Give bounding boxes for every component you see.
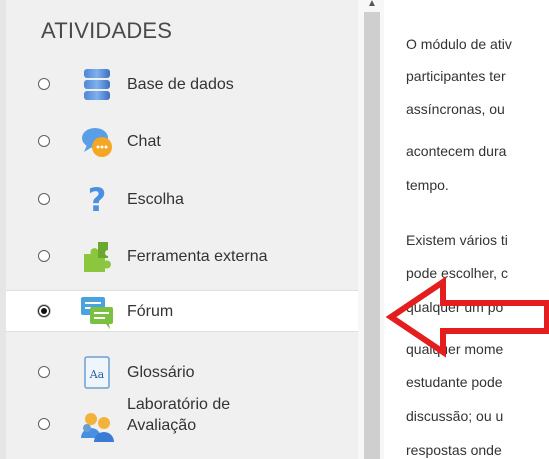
activity-option-workshop[interactable]: Laboratório de Avaliação — [6, 390, 358, 459]
activity-chooser-dialog: ATIVIDADES Base de dados Chat ? Escolha … — [0, 0, 549, 459]
activity-option-external-tool[interactable]: Ferramenta externa — [6, 236, 358, 276]
chat-radio[interactable] — [38, 135, 50, 147]
activity-label: Glossário — [127, 364, 195, 381]
description-line: O módulo de ativ — [406, 36, 512, 52]
activity-label: Chat — [127, 133, 161, 150]
activity-label-line-2: Avaliação — [127, 417, 197, 434]
annotation-arrow — [385, 276, 549, 358]
description-line: tempo. — [406, 177, 449, 193]
activity-label-line-1: Laboratório de — [127, 396, 231, 413]
puzzle-icon — [78, 238, 116, 276]
workshop-icon — [78, 408, 116, 446]
description-line: assíncronas, ou — [406, 101, 505, 117]
description-line: participantes ter — [406, 68, 506, 84]
description-line: Existem vários ti — [406, 232, 508, 248]
description-line: discussão; ou u — [406, 408, 504, 424]
activity-option-glossary[interactable]: Aa Glossário — [6, 352, 358, 392]
svg-text:?: ? — [88, 181, 107, 219]
activity-label: Fórum — [127, 303, 174, 320]
scrollbar-thumb[interactable] — [364, 12, 380, 459]
svg-text:Aa: Aa — [89, 368, 105, 381]
workshop-radio[interactable] — [38, 418, 50, 430]
activity-label: Ferramenta externa — [127, 248, 268, 265]
activity-option-choice[interactable]: ? Escolha — [6, 179, 358, 219]
activities-heading: ATIVIDADES — [41, 18, 173, 43]
description-line: respostas onde — [406, 442, 502, 458]
activity-label: Laboratório de Avaliação — [127, 394, 230, 436]
question-mark-icon: ? — [78, 181, 116, 219]
forum-icon — [78, 293, 116, 331]
activity-option-chat[interactable]: Chat — [6, 121, 358, 161]
chat-icon — [78, 123, 116, 161]
description-line: acontecem dura — [406, 143, 507, 159]
activity-option-forum[interactable]: Fórum — [6, 290, 358, 332]
choice-radio[interactable] — [38, 193, 50, 205]
activities-panel: ATIVIDADES Base de dados Chat ? Escolha … — [0, 0, 358, 459]
activity-description: O módulo de ativ participantes ter assín… — [406, 0, 549, 459]
database-radio[interactable] — [38, 78, 50, 90]
database-icon — [78, 66, 116, 104]
activity-label: Base de dados — [127, 76, 234, 93]
forum-radio[interactable] — [38, 305, 50, 317]
glossary-icon: Aa — [78, 354, 116, 392]
description-line: estudante pode — [406, 374, 503, 390]
glossary-radio[interactable] — [38, 366, 50, 378]
external-tool-radio[interactable] — [38, 250, 50, 262]
activity-option-database[interactable]: Base de dados — [6, 64, 358, 104]
scroll-up-arrow-icon[interactable]: ▲ — [364, 0, 380, 10]
activity-label: Escolha — [127, 191, 184, 208]
